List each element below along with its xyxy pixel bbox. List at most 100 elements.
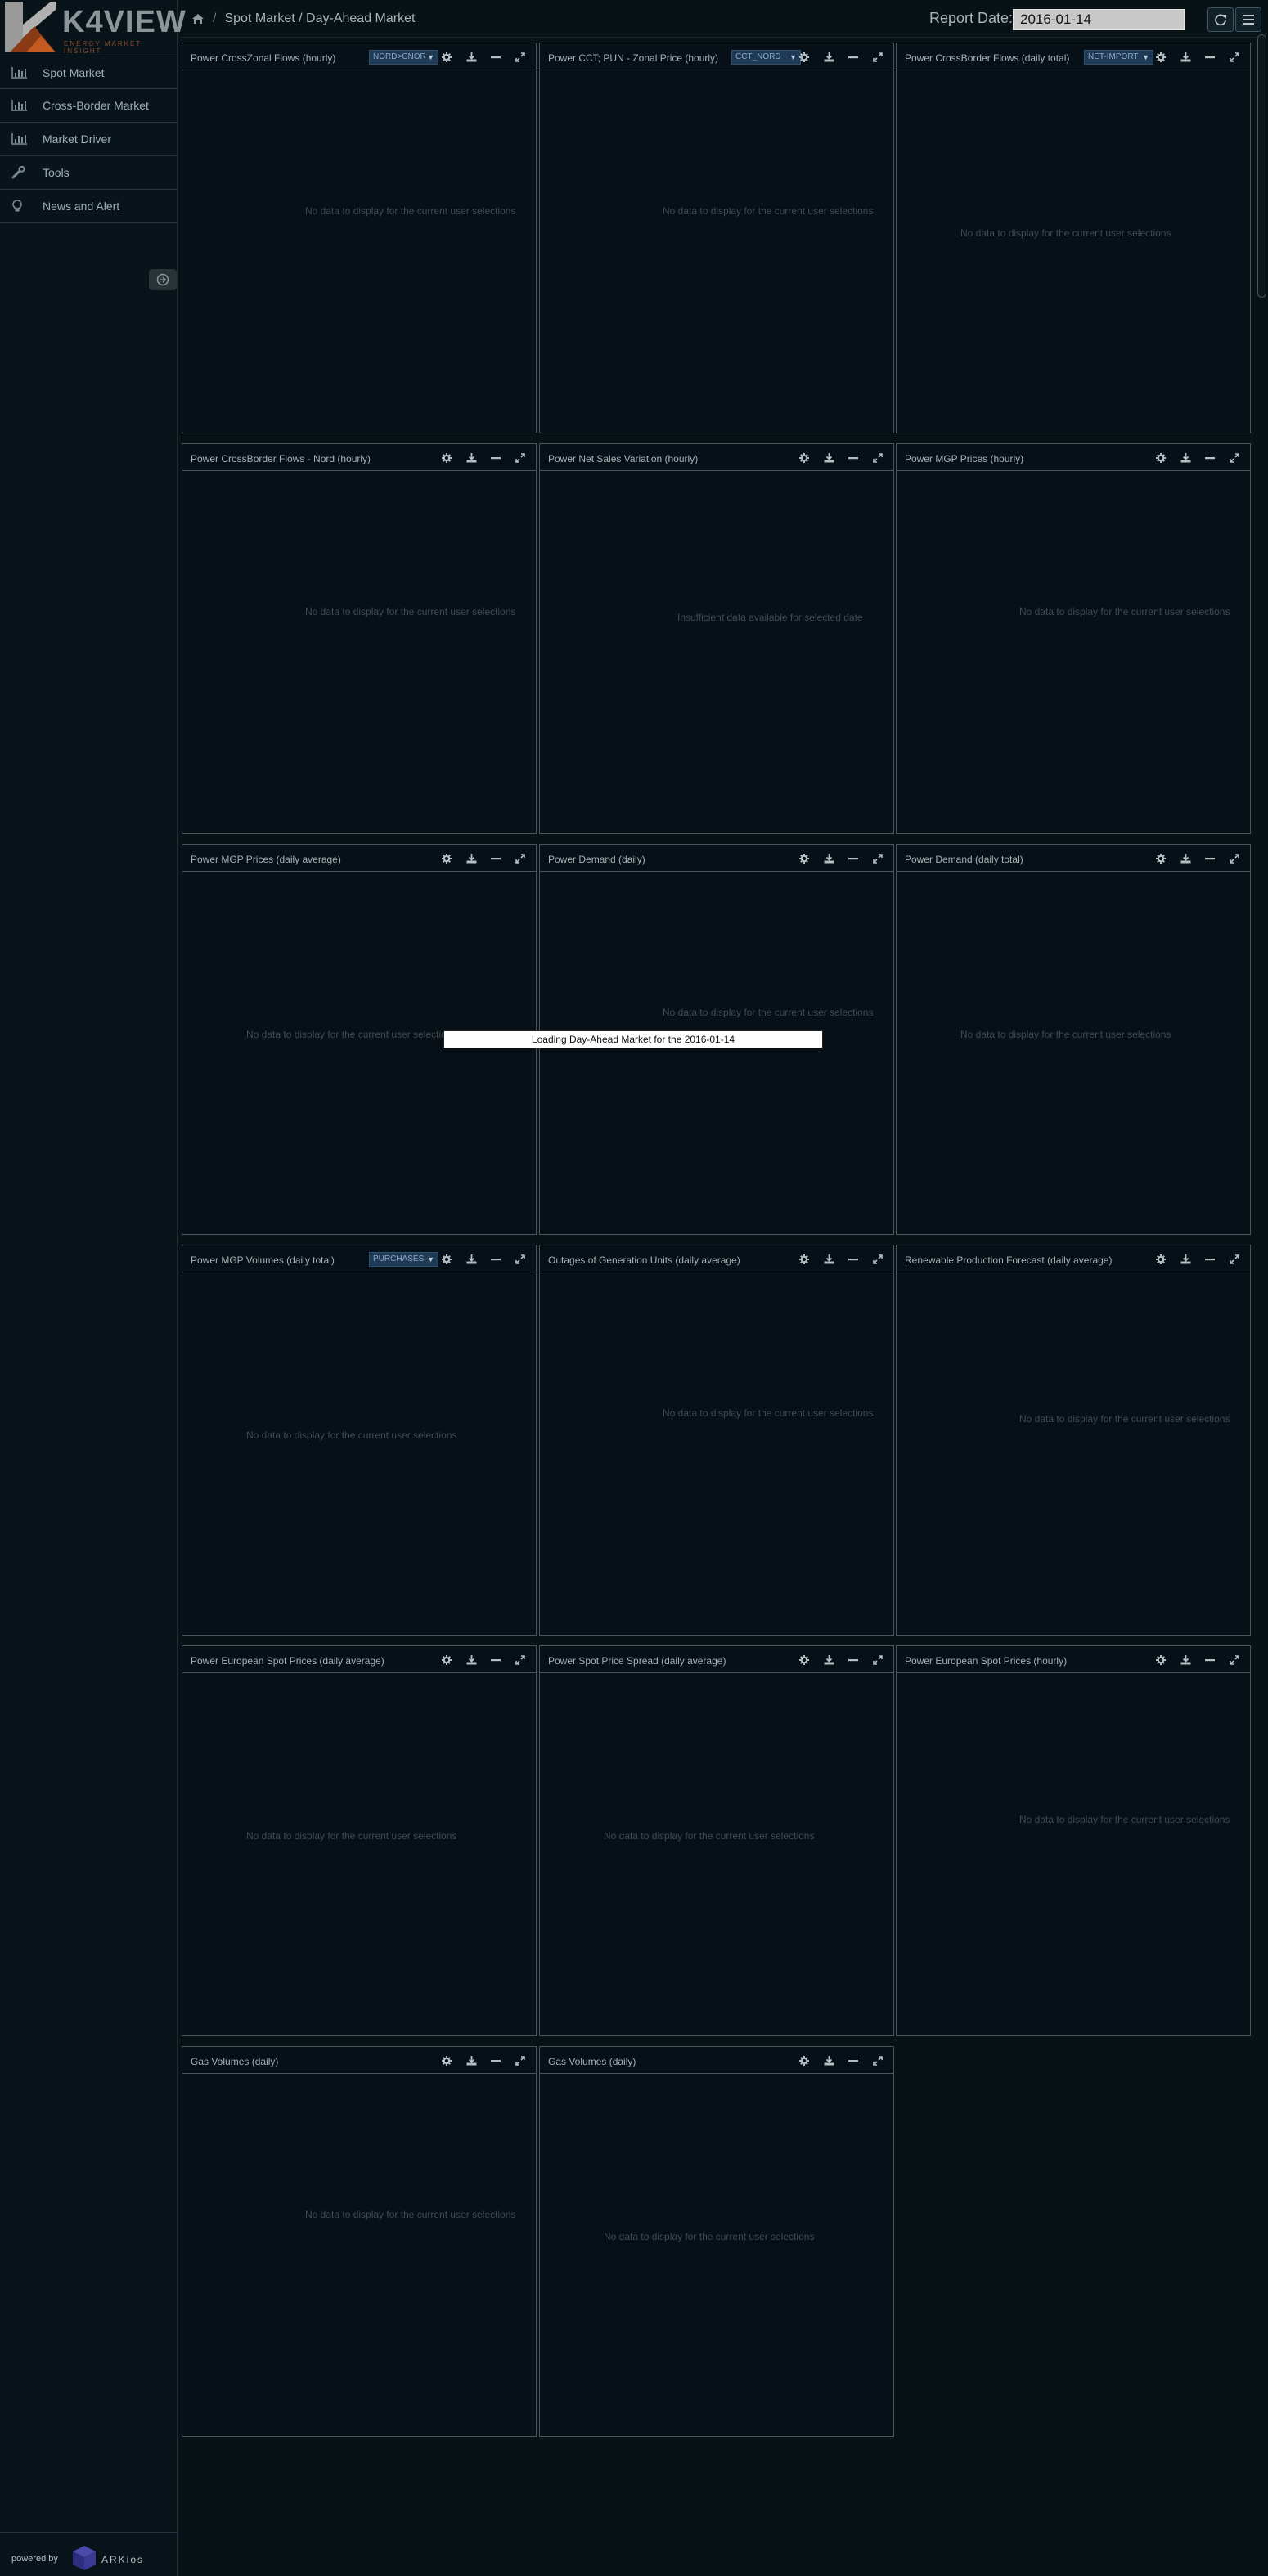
minimize-icon[interactable] [1198,851,1222,866]
gear-icon[interactable] [792,851,816,866]
widget-filter-select[interactable]: PURCHASES ▼ [369,1252,438,1267]
gear-icon[interactable] [1149,851,1173,866]
minimize-icon[interactable] [841,451,866,465]
minimize-icon[interactable] [1198,1653,1222,1667]
minimize-icon[interactable] [483,451,508,465]
gear-icon[interactable] [434,2053,459,2068]
expand-icon[interactable] [866,451,890,465]
widget-filter-select[interactable]: NET-IMPORT ▼ [1084,50,1153,65]
minimize-icon[interactable] [1198,50,1222,65]
widget-panel: Power European Spot Prices (hourly) No d… [896,1645,1251,2036]
partner-name: ARKios [101,2554,145,2565]
no-data-message: No data to display for the current user … [305,606,516,617]
gear-icon[interactable] [792,451,816,465]
menu-button[interactable] [1235,7,1261,32]
widget-toolbar [434,851,533,866]
download-icon[interactable] [459,1653,483,1667]
breadcrumb-path[interactable]: Spot Market / Day-Ahead Market [224,11,415,26]
minimize-icon[interactable] [841,1653,866,1667]
gear-icon[interactable] [434,1653,459,1667]
download-icon[interactable] [1173,1252,1198,1267]
download-icon[interactable] [816,2053,841,2068]
download-icon[interactable] [1173,1653,1198,1667]
expand-icon[interactable] [508,50,533,65]
sidebar-toggle-button[interactable] [149,269,177,290]
gear-icon[interactable] [1149,1653,1173,1667]
widget-body: No data to display for the current user … [540,2074,893,2436]
scrollbar-thumb[interactable] [1257,34,1266,298]
minimize-icon[interactable] [483,2053,508,2068]
download-icon[interactable] [1173,451,1198,465]
expand-icon[interactable] [1222,1653,1247,1667]
expand-icon[interactable] [508,1653,533,1667]
download-icon[interactable] [816,851,841,866]
minimize-icon[interactable] [841,2053,866,2068]
expand-icon[interactable] [508,1252,533,1267]
gear-icon[interactable] [1149,451,1173,465]
gear-icon[interactable] [792,1252,816,1267]
refresh-button[interactable] [1207,7,1234,32]
widget-toolbar [792,50,890,65]
download-icon[interactable] [459,1252,483,1267]
gear-icon[interactable] [792,50,816,65]
widget-title: Renewable Production Forecast (daily ave… [905,1254,1113,1266]
download-icon[interactable] [816,1252,841,1267]
widget-title: Power CrossZonal Flows (hourly) [191,52,336,64]
sidebar-item-news-and-alert[interactable]: News and Alert [0,190,177,223]
sidebar-item-label: Tools [43,166,70,179]
minimize-icon[interactable] [841,851,866,866]
download-icon[interactable] [816,451,841,465]
expand-icon[interactable] [1222,851,1247,866]
report-date-input[interactable]: 2016-01-14 [1013,9,1185,30]
gear-icon[interactable] [792,2053,816,2068]
expand-icon[interactable] [866,50,890,65]
minimize-icon[interactable] [1198,451,1222,465]
sidebar-item-spot-market[interactable]: Spot Market [0,56,177,89]
widget-filter-select[interactable]: CCT_NORD ▼ [731,50,801,65]
minimize-icon[interactable] [483,50,508,65]
gear-icon[interactable] [434,50,459,65]
widget-toolbar [792,451,890,465]
expand-icon[interactable] [866,2053,890,2068]
gear-icon[interactable] [1149,1252,1173,1267]
expand-icon[interactable] [866,1252,890,1267]
widget-filter-select[interactable]: NORD>CNOR ▼ [369,50,438,65]
gear-icon[interactable] [434,451,459,465]
download-icon[interactable] [459,451,483,465]
minimize-icon[interactable] [841,1252,866,1267]
download-icon[interactable] [1173,851,1198,866]
sidebar-item-cross-border-market[interactable]: Cross-Border Market [0,89,177,123]
download-icon[interactable] [1173,50,1198,65]
app-logo[interactable]: K4VIEW ENERGY MARKET INSIGHT [0,0,186,55]
minimize-icon[interactable] [483,1252,508,1267]
expand-icon[interactable] [508,2053,533,2068]
expand-icon[interactable] [866,851,890,866]
expand-icon[interactable] [508,851,533,866]
expand-icon[interactable] [1222,1252,1247,1267]
gear-icon[interactable] [792,1653,816,1667]
download-icon[interactable] [459,50,483,65]
minimize-icon[interactable] [483,851,508,866]
home-icon[interactable] [191,13,205,25]
expand-icon[interactable] [1222,451,1247,465]
minimize-icon[interactable] [483,1653,508,1667]
expand-icon[interactable] [866,1653,890,1667]
download-icon[interactable] [816,1653,841,1667]
expand-icon[interactable] [508,451,533,465]
download-icon[interactable] [816,50,841,65]
widget-header: Power Demand (daily) [540,845,893,872]
expand-icon[interactable] [1222,50,1247,65]
minimize-icon[interactable] [841,50,866,65]
gear-icon[interactable] [434,851,459,866]
minimize-icon[interactable] [1198,1252,1222,1267]
gear-icon[interactable] [1149,50,1173,65]
download-icon[interactable] [459,2053,483,2068]
page-scrollbar[interactable] [1256,33,1268,2576]
gear-icon[interactable] [434,1252,459,1267]
sidebar-item-tools[interactable]: Tools [0,156,177,190]
top-header: / Spot Market / Day-Ahead Market Report … [180,0,1268,38]
sidebar-item-market-driver[interactable]: Market Driver [0,123,177,156]
widget-title: Power CrossBorder Flows - Nord (hourly) [191,453,371,464]
download-icon[interactable] [459,851,483,866]
widget-header: Power Net Sales Variation (hourly) [540,444,893,471]
